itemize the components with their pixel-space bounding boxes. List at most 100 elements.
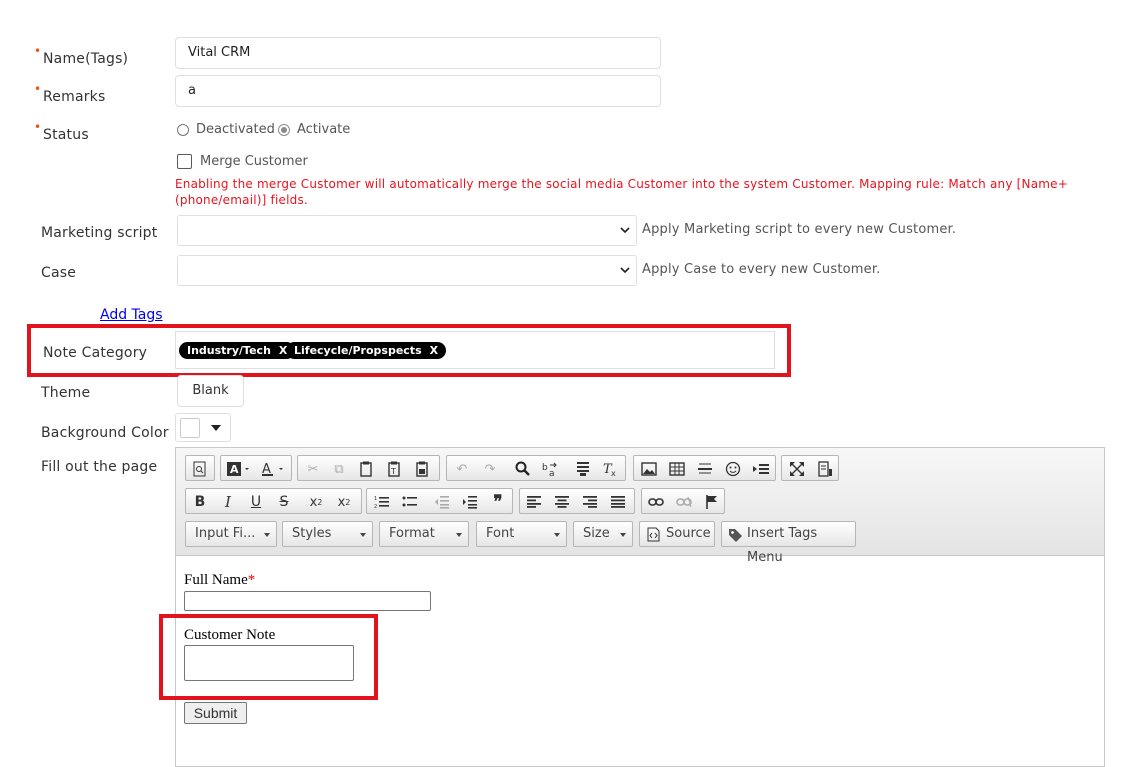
preview-icon[interactable] [190, 459, 210, 479]
merge-customer-checkbox[interactable]: Merge Customer [177, 154, 308, 169]
paste-icon[interactable] [356, 459, 376, 479]
copy-icon[interactable]: ⧉ [329, 459, 349, 479]
case-hint: Apply Case to every new Customer. [642, 262, 881, 277]
underline-icon[interactable]: U [246, 492, 266, 512]
bold-icon[interactable]: B [190, 492, 210, 512]
checkbox-box [177, 154, 192, 169]
format-dropdown[interactable]: Format [379, 521, 469, 547]
toolbar-group: ✂ ⧉ T [297, 455, 440, 481]
cut-icon[interactable]: ✂ [303, 459, 323, 479]
align-right-icon[interactable] [580, 492, 600, 512]
strikethrough-icon[interactable]: S [274, 492, 294, 512]
status-radio-activate[interactable]: Activate [278, 122, 350, 137]
caret-down-icon [620, 533, 626, 537]
tag-label: Industry/Tech [187, 344, 271, 357]
status-label: Status [43, 127, 89, 143]
text-color-icon[interactable]: A [258, 459, 288, 479]
background-color-label: Background Color [41, 425, 169, 441]
redo-icon[interactable]: ↷ [480, 459, 500, 479]
table-icon[interactable] [667, 459, 687, 479]
font-dropdown[interactable]: Font [476, 521, 567, 547]
merge-customer-label: Merge Customer [200, 154, 308, 169]
toolbar-group: A A [220, 455, 292, 481]
maximize-icon[interactable] [787, 459, 807, 479]
tag-remove-button[interactable]: X [430, 344, 438, 357]
svg-text:2: 2 [374, 504, 377, 509]
numbered-list-icon[interactable]: 12 [372, 492, 392, 512]
anchor-flag-icon[interactable] [702, 492, 722, 512]
highlight-box [159, 614, 378, 700]
superscript-icon[interactable]: x2 [334, 492, 354, 512]
svg-text:A: A [230, 463, 239, 476]
toolbar-group [781, 455, 839, 481]
page-break-icon[interactable] [751, 459, 771, 479]
marketing-script-select[interactable] [177, 215, 637, 246]
size-dropdown[interactable]: Size [573, 521, 633, 547]
decrease-indent-icon[interactable] [432, 492, 452, 512]
combo-label: Input Fi... [195, 526, 256, 541]
remove-format-icon[interactable]: Tx [600, 459, 620, 479]
case-select[interactable] [177, 255, 637, 286]
toolbar-group [641, 488, 725, 514]
image-icon[interactable] [639, 459, 659, 479]
name-input[interactable]: Vital CRM [175, 37, 661, 69]
remarks-input[interactable]: a [175, 75, 661, 107]
link-icon[interactable] [646, 492, 666, 512]
subscript-icon[interactable]: x2 [306, 492, 326, 512]
caret-down-icon [360, 533, 366, 537]
background-color-icon[interactable]: A [224, 459, 254, 479]
align-left-icon[interactable] [524, 492, 544, 512]
paste-text-icon[interactable]: T [384, 459, 404, 479]
combo-label: Styles [292, 526, 332, 541]
svg-text:a: a [549, 469, 555, 477]
increase-indent-icon[interactable] [460, 492, 480, 512]
combo-label: Format [389, 526, 435, 541]
svg-text:T: T [390, 467, 396, 476]
unlink-icon[interactable] [674, 492, 694, 512]
replace-icon[interactable]: ba [540, 459, 560, 479]
add-tags-link[interactable]: Add Tags [100, 307, 163, 323]
remarks-label: Remarks [43, 89, 106, 105]
input-fields-dropdown[interactable]: Input Fi... [185, 521, 277, 547]
submit-button[interactable]: Submit [184, 702, 247, 724]
full-name-input[interactable] [184, 591, 431, 611]
toolbar-group [633, 455, 776, 481]
merge-warning-text: Enabling the merge Customer will automat… [175, 177, 1068, 207]
caret-down-icon [264, 533, 270, 537]
theme-blank-button[interactable]: Blank [177, 375, 244, 407]
note-category-tag-input[interactable]: Industry/Tech X Lifecycle/Propspects X [175, 331, 775, 369]
undo-icon[interactable]: ↶ [452, 459, 472, 479]
justify-icon[interactable] [608, 492, 628, 512]
radio-label: Activate [297, 122, 351, 137]
toolbar-group: B I U S x2 x2 [185, 488, 362, 514]
source-button[interactable]: Source [639, 521, 715, 547]
tag-chip: Industry/Tech X [179, 342, 296, 359]
toolbar-group: ↶ ↷ ba Tx [446, 455, 626, 481]
paste-word-icon[interactable] [412, 459, 432, 479]
insert-tags-menu-button[interactable]: Insert Tags Menu [721, 521, 856, 565]
rich-text-editor: A A ✂ ⧉ T ↶ ↷ ba T x B I U S x 2 x 2 1 2… [175, 447, 1105, 767]
required-marker: • [34, 44, 42, 58]
caret-down-icon [554, 533, 560, 537]
select-all-icon[interactable] [573, 459, 593, 479]
background-color-picker[interactable] [175, 413, 231, 442]
name-label: Name(Tags) [43, 51, 129, 67]
svg-text:1: 1 [374, 496, 377, 502]
align-center-icon[interactable] [552, 492, 572, 512]
status-radio-deactivated[interactable]: Deactivated [177, 122, 275, 137]
styles-dropdown[interactable]: Styles [282, 521, 373, 547]
find-icon[interactable] [513, 459, 533, 479]
marketing-script-hint: Apply Marketing script to every new Cust… [642, 222, 957, 237]
combo-label: Size [583, 526, 610, 541]
tag-chip: Lifecycle/Propspects X [286, 342, 447, 359]
case-label: Case [41, 265, 77, 281]
italic-icon[interactable]: I [218, 492, 238, 512]
source-label: Source [666, 526, 711, 541]
blockquote-icon[interactable]: ❞ [488, 492, 508, 512]
smiley-icon[interactable] [723, 459, 743, 479]
radio-label: Deactivated [196, 122, 275, 137]
bulleted-list-icon[interactable] [400, 492, 420, 512]
horizontal-line-icon[interactable] [695, 459, 715, 479]
show-blocks-icon[interactable] [815, 459, 835, 479]
theme-label: Theme [41, 385, 91, 401]
